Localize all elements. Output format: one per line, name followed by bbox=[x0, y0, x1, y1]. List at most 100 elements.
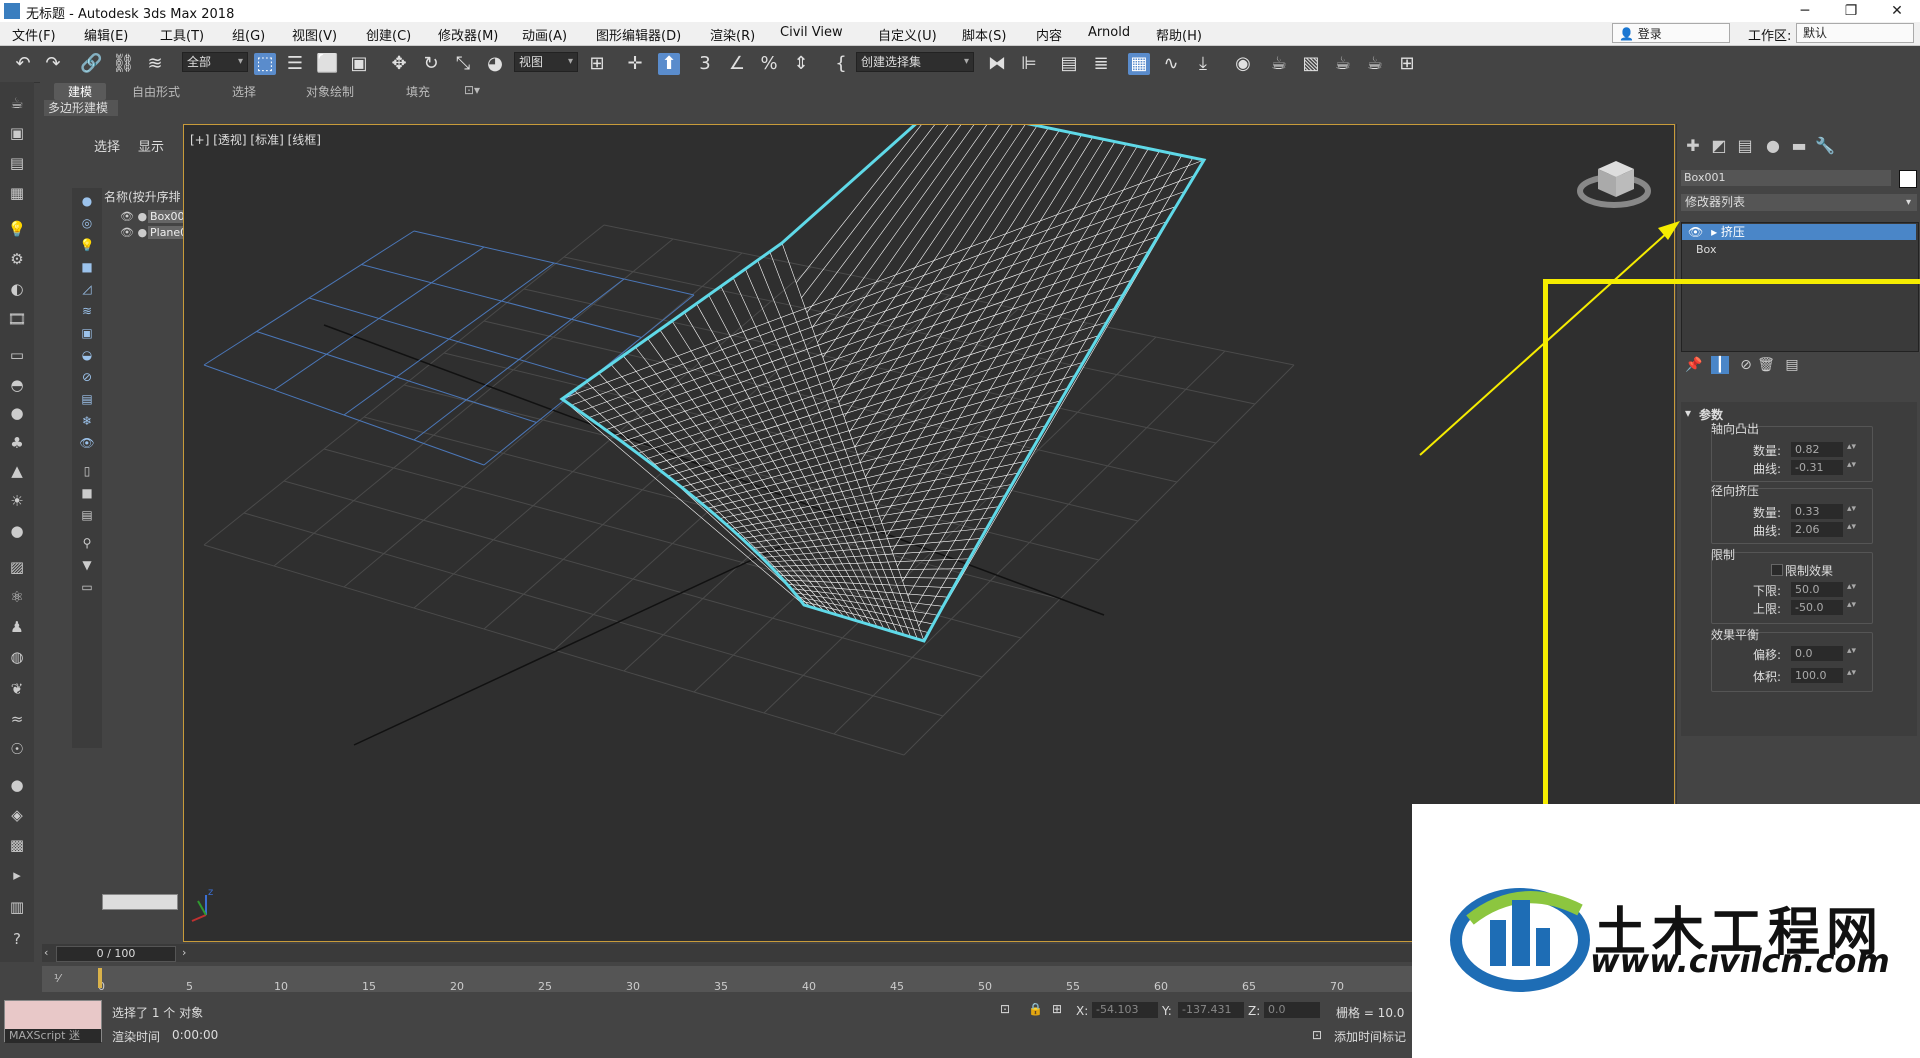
eye-icon[interactable]: 👁 bbox=[1688, 225, 1703, 239]
keyboard-shortcut-override-icon[interactable]: ⬆ bbox=[658, 53, 680, 75]
help-icon[interactable]: ? bbox=[6, 928, 28, 950]
display-none-icon[interactable]: ■ bbox=[78, 484, 96, 502]
menu-view[interactable]: 视图(V) bbox=[292, 25, 337, 44]
menu-rendering[interactable]: 渲染(R) bbox=[710, 25, 755, 44]
filter-cameras-icon[interactable]: ■ bbox=[78, 258, 96, 276]
expand-arrow-icon[interactable]: ▸ bbox=[1711, 225, 1717, 239]
create-tab-icon[interactable]: ✚ bbox=[1683, 136, 1703, 156]
x-coord-input[interactable]: -54.103 bbox=[1092, 1002, 1158, 1018]
workspace-select[interactable]: 默认 bbox=[1796, 23, 1914, 43]
grass-icon[interactable]: ♣ bbox=[6, 432, 28, 454]
container-icon[interactable]: ▭ bbox=[78, 578, 96, 596]
current-frame-marker[interactable] bbox=[98, 968, 102, 988]
ribbon-tab-selection[interactable]: 选择 bbox=[232, 83, 256, 100]
minimize-button[interactable]: ─ bbox=[1782, 0, 1828, 22]
material-sphere-icon[interactable]: ● bbox=[6, 774, 28, 796]
helper-icon[interactable]: ⚙ bbox=[6, 248, 28, 270]
render-preview-icon[interactable]: ▩ bbox=[6, 834, 28, 856]
bind-spacewarp-icon[interactable]: ≋ bbox=[144, 53, 166, 75]
window-crossing-icon[interactable]: ▣ bbox=[348, 53, 370, 75]
hierarchy-tab-icon[interactable]: ▤ bbox=[1735, 136, 1755, 156]
material-editor-icon[interactable]: ◉ bbox=[1232, 53, 1254, 75]
render-icon[interactable]: ☕ bbox=[1332, 53, 1354, 75]
menu-graph-editors[interactable]: 图形编辑器(D) bbox=[596, 25, 681, 44]
link-icon[interactable]: 🔗 bbox=[80, 53, 102, 75]
rect-selection-icon[interactable]: ⬜ bbox=[316, 53, 338, 75]
close-button[interactable]: ✕ bbox=[1874, 0, 1920, 22]
hair-icon[interactable]: ≈ bbox=[6, 708, 28, 730]
menu-help[interactable]: 帮助(H) bbox=[1156, 25, 1202, 44]
filter-helpers-icon[interactable]: ◿ bbox=[78, 280, 96, 298]
funnel-icon[interactable]: ▼ bbox=[78, 556, 96, 574]
display-all-icon[interactable]: ▯ bbox=[78, 462, 96, 480]
modifier-list-dropdown[interactable]: 修改器列表 ▾ bbox=[1681, 194, 1917, 211]
menu-edit[interactable]: 编辑(E) bbox=[84, 25, 128, 44]
object-name-field[interactable]: Box001 bbox=[1681, 170, 1891, 186]
filter-shapes-icon[interactable]: ◎ bbox=[78, 214, 96, 232]
frame-counter[interactable]: 0 / 100 bbox=[56, 946, 176, 962]
ox-icon[interactable]: ☉ bbox=[6, 738, 28, 760]
filter-groups-icon[interactable]: ▣ bbox=[78, 324, 96, 342]
box-icon[interactable]: ▭ bbox=[6, 344, 28, 366]
named-selection-dropdown[interactable]: 创建选择集 bbox=[856, 52, 974, 72]
ribbon-subpanel-polygon-modeling[interactable]: 多边形建模 bbox=[44, 100, 118, 116]
person-icon[interactable]: ♟ bbox=[6, 616, 28, 638]
select-object-icon[interactable]: ⬚ bbox=[254, 53, 276, 75]
scene-explorer-icon[interactable]: ▤ bbox=[1058, 53, 1080, 75]
menu-file[interactable]: 文件(F) bbox=[12, 25, 56, 44]
render-active-icon[interactable]: ☕ bbox=[1364, 53, 1386, 75]
track-filter-icon[interactable]: ⅟ bbox=[54, 972, 60, 985]
ribbon-toggle-icon[interactable]: ▦ bbox=[1128, 53, 1150, 75]
display-invert-icon[interactable]: ▤ bbox=[78, 506, 96, 524]
scene-row-plane[interactable]: 👁 ● Plane001 bbox=[120, 226, 204, 239]
login-dropdown[interactable]: 👤 登录 bbox=[1612, 23, 1730, 43]
panel-icon[interactable]: ▤ bbox=[6, 152, 28, 174]
menu-content[interactable]: 内容 bbox=[1036, 25, 1062, 44]
display-tab-icon[interactable]: ▬ bbox=[1789, 136, 1809, 156]
scene-explorer-tab-display[interactable]: 显示 bbox=[138, 136, 164, 155]
image-icon[interactable]: ▣ bbox=[6, 122, 28, 144]
slider-left-icon[interactable]: ‹ bbox=[44, 946, 48, 959]
visibility-eye-icon[interactable]: 👁 ● bbox=[120, 210, 147, 223]
menu-arnold[interactable]: Arnold bbox=[1088, 25, 1130, 40]
sun-icon[interactable]: ☀ bbox=[6, 490, 28, 512]
menu-create[interactable]: 创建(C) bbox=[366, 25, 411, 44]
scene-explorer-column-header[interactable]: 名称(按升序排序) bbox=[104, 188, 180, 205]
selection-filter-dropdown[interactable]: 全部 bbox=[182, 52, 248, 72]
utilities-tab-icon[interactable]: 🔧 bbox=[1815, 136, 1835, 156]
motion-tab-icon[interactable]: ● bbox=[1763, 136, 1783, 156]
ribbon-options-icon[interactable]: ⊡▾ bbox=[464, 83, 480, 97]
cone-icon[interactable]: ▲ bbox=[6, 460, 28, 482]
render-setup-icon[interactable]: ☕ bbox=[1268, 53, 1290, 75]
menu-civil-view[interactable]: Civil View bbox=[780, 25, 843, 40]
ribbon-tab-populate[interactable]: 填充 bbox=[406, 83, 430, 100]
select-manipulate-icon[interactable]: ✛ bbox=[624, 53, 646, 75]
dock-icon[interactable]: ▥ bbox=[6, 896, 28, 918]
scene-explorer-tab-select[interactable]: 选择 bbox=[94, 136, 120, 155]
menu-scripting[interactable]: 脚本(S) bbox=[962, 25, 1006, 44]
menu-group[interactable]: 组(G) bbox=[232, 25, 265, 44]
menu-animation[interactable]: 动画(A) bbox=[522, 25, 567, 44]
schematic-view-icon[interactable]: ⤓ bbox=[1192, 53, 1214, 75]
snap-icon[interactable]: 3 bbox=[694, 53, 716, 75]
plant-icon[interactable]: ❦ bbox=[6, 678, 28, 700]
spinner-snap-icon[interactable]: ⇕ bbox=[790, 53, 812, 75]
light-icon[interactable]: 💡 bbox=[6, 218, 28, 240]
grid-icon[interactable]: ▨ bbox=[6, 556, 28, 578]
scale-icon[interactable]: ⤡ bbox=[452, 53, 474, 75]
ribbon-tab-object-paint[interactable]: 对象绘制 bbox=[306, 83, 354, 100]
visibility-eye-icon[interactable]: 👁 ● bbox=[120, 226, 147, 239]
align-icon[interactable]: ⊫ bbox=[1018, 53, 1040, 75]
ribbon-tab-freeform[interactable]: 自由形式 bbox=[132, 83, 180, 100]
add-time-tag[interactable]: 添加时间标记 bbox=[1334, 1028, 1406, 1045]
menu-customize[interactable]: 自定义(U) bbox=[878, 25, 937, 44]
film-icon[interactable]: 🎞 bbox=[6, 308, 28, 330]
dome-icon[interactable]: ◓ bbox=[6, 374, 28, 396]
a360-icon[interactable]: ⊞ bbox=[1396, 53, 1418, 75]
lock-icon[interactable]: 🔒 bbox=[1028, 1002, 1043, 1016]
menu-modifiers[interactable]: 修改器(M) bbox=[438, 25, 498, 44]
filter-frozen-icon[interactable]: ❄ bbox=[78, 412, 96, 430]
scene-explorer-scrollbar[interactable] bbox=[102, 894, 178, 910]
restore-button[interactable]: ❐ bbox=[1828, 0, 1874, 22]
modify-tab-icon[interactable]: ◩ bbox=[1709, 136, 1729, 156]
